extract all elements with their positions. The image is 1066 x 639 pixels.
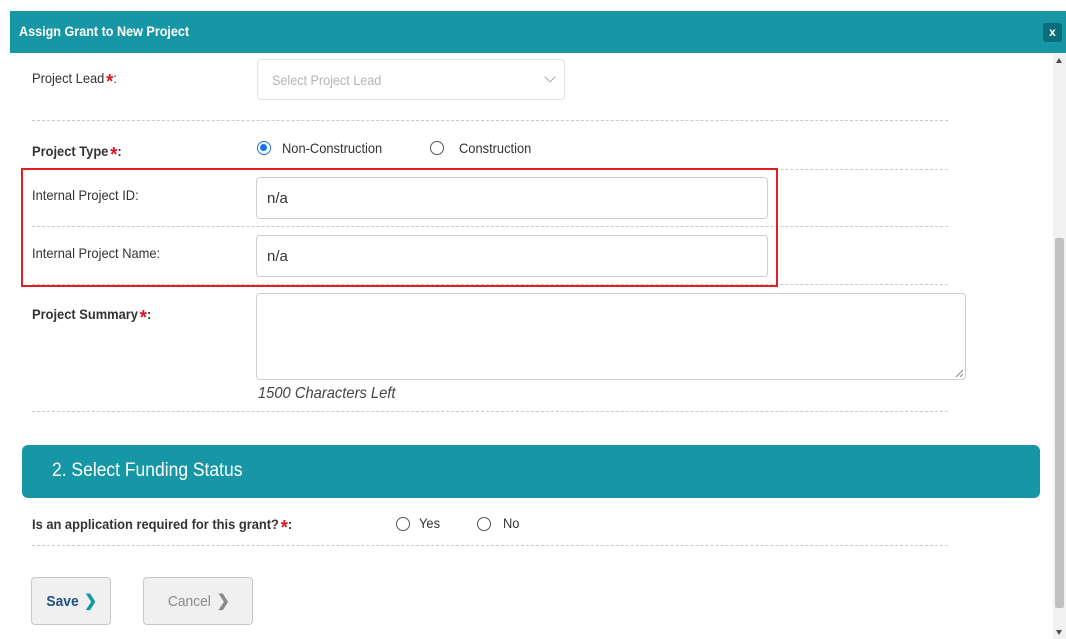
save-label: Save xyxy=(46,593,79,610)
chevron-right-icon: ❯ xyxy=(216,593,231,610)
radio-construction[interactable] xyxy=(430,141,444,155)
divider xyxy=(32,226,948,227)
project-lead-label: Project Lead*: xyxy=(32,70,117,93)
radio-non-construction[interactable] xyxy=(257,141,271,155)
internal-project-id-input[interactable] xyxy=(256,177,768,219)
radio-no-label: No xyxy=(503,515,520,531)
chevron-down-icon xyxy=(544,71,556,83)
internal-project-name-label: Internal Project Name: xyxy=(32,245,161,261)
modal-title: Assign Grant to New Project xyxy=(19,23,190,39)
divider xyxy=(32,169,948,170)
project-lead-select[interactable]: Select Project Lead xyxy=(257,59,565,100)
divider xyxy=(32,284,948,285)
save-button[interactable]: Save ❯ xyxy=(31,577,111,625)
radio-construction-label: Construction xyxy=(459,140,532,156)
radio-yes[interactable] xyxy=(396,517,410,531)
close-icon: x xyxy=(1049,25,1056,39)
radio-non-construction-label: Non-Construction xyxy=(282,140,383,156)
project-type-label: Project Type*: xyxy=(32,143,122,166)
project-summary-label: Project Summary*: xyxy=(32,306,152,329)
required-marker: * xyxy=(110,144,118,166)
cancel-button[interactable]: Cancel ❯ xyxy=(143,577,253,625)
internal-project-id-label: Internal Project ID: xyxy=(32,187,139,203)
vertical-scrollbar[interactable] xyxy=(1053,53,1066,639)
cancel-label: Cancel xyxy=(167,593,211,610)
required-marker: * xyxy=(139,307,147,329)
scrollbar-thumb[interactable] xyxy=(1055,238,1064,608)
radio-yes-label: Yes xyxy=(419,515,441,531)
close-button[interactable]: x xyxy=(1043,23,1062,42)
project-lead-placeholder: Select Project Lead xyxy=(272,72,382,88)
scroll-up-icon[interactable] xyxy=(1056,58,1062,63)
chevron-right-icon: ❯ xyxy=(83,593,98,610)
funding-status-section-header: 2. Select Funding Status xyxy=(22,445,1040,498)
modal-body[interactable]: Project Lead*: Select Project Lead Proje… xyxy=(10,53,1053,639)
scroll-down-icon[interactable] xyxy=(1056,630,1062,635)
required-marker: * xyxy=(280,517,288,539)
resize-grip-icon[interactable] xyxy=(955,369,963,377)
required-marker: * xyxy=(106,71,114,93)
divider xyxy=(32,545,948,546)
project-summary-textarea[interactable] xyxy=(256,293,966,380)
divider xyxy=(32,120,948,121)
characters-left: 1500 Characters Left xyxy=(258,385,396,402)
application-required-label: Is an application required for this gran… xyxy=(32,516,293,539)
modal-title-bar: Assign Grant to New Project x xyxy=(10,11,1066,53)
internal-project-name-input[interactable] xyxy=(256,235,768,277)
section-title: 2. Select Funding Status xyxy=(52,460,243,481)
divider xyxy=(32,411,948,412)
radio-no[interactable] xyxy=(477,517,491,531)
